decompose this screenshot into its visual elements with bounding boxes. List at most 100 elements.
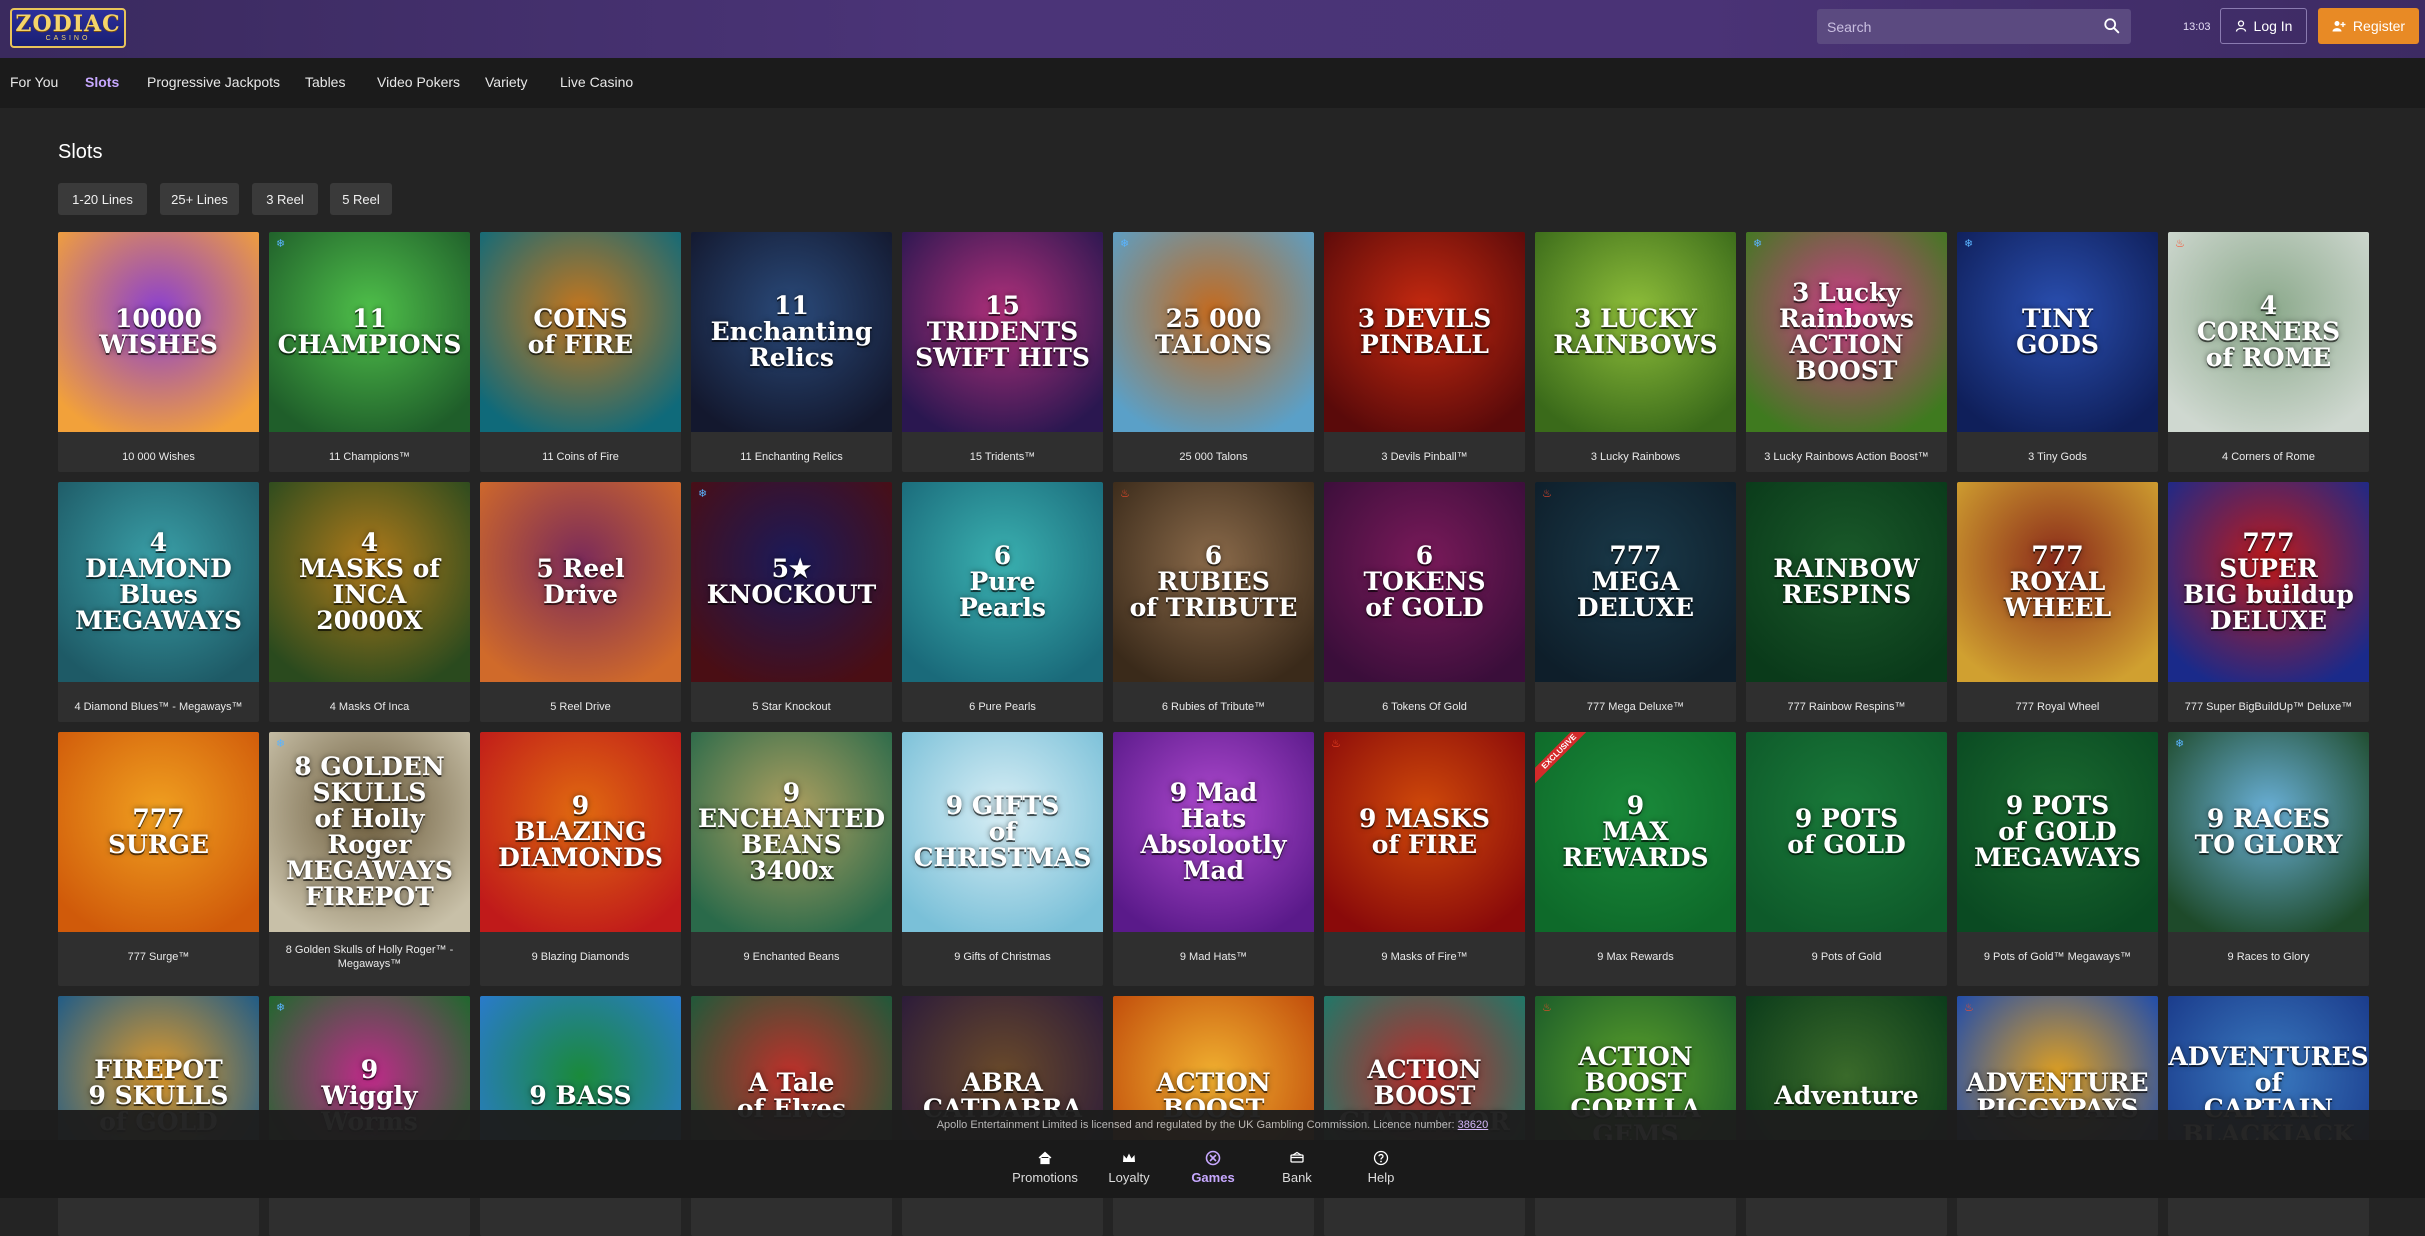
bottom-nav-help[interactable]: Help xyxy=(1339,1150,1423,1185)
game-tile[interactable]: 9 MASKS of FIRE ♨ 9 Masks of Fire™ xyxy=(1324,732,1525,986)
licence-number-link[interactable]: 38620 xyxy=(1458,1119,1489,1131)
game-tile[interactable]: 9 Mad Hats Absolootly Mad 9 Mad Hats™ xyxy=(1113,732,1314,986)
bottom-nav-bank[interactable]: Bank xyxy=(1255,1150,1339,1185)
game-thumbnail[interactable]: 11 CHAMPIONS xyxy=(269,232,470,432)
bottom-nav-games[interactable]: Games xyxy=(1171,1150,1255,1185)
game-tile[interactable]: 9 RACES TO GLORY ❄ 9 Races to Glory xyxy=(2168,732,2369,986)
game-tile[interactable]: 3 LUCKY RAINBOWS 3 Lucky Rainbows xyxy=(1535,232,1736,472)
game-thumbnail[interactable]: 777 MEGA DELUXE xyxy=(1535,482,1736,682)
game-tile[interactable]: COINS of FIRE 11 Coins of Fire xyxy=(480,232,681,472)
search-icon[interactable] xyxy=(2103,17,2121,35)
nav-item-slots[interactable]: Slots xyxy=(85,74,119,90)
game-thumbnail[interactable]: 3 LUCKY RAINBOWS xyxy=(1535,232,1736,432)
nav-item-progressive-jackpots[interactable]: Progressive Jackpots xyxy=(147,74,280,90)
game-thumbnail[interactable]: 9 POTS of GOLD xyxy=(1746,732,1947,932)
zodiac-casino-logo[interactable]: ZODIAC CASINO xyxy=(10,8,126,48)
nav-item-tables[interactable]: Tables xyxy=(305,74,345,90)
clock-time: 13:03 xyxy=(2183,21,2211,33)
game-tile[interactable]: 8 GOLDEN SKULLS of Holly Roger MEGAWAYS … xyxy=(269,732,470,986)
game-tile[interactable]: 9 ENCHANTED BEANS 3400x 9 Enchanted Beans xyxy=(691,732,892,986)
game-thumbnail[interactable]: 9 MAX REWARDS xyxy=(1535,732,1736,932)
bottom-nav: Promotions Loyalty Games Bank Help xyxy=(0,1140,2425,1198)
game-tile[interactable]: 4 CORNERS of ROME ♨ 4 Corners of Rome xyxy=(2168,232,2369,472)
game-thumbnail[interactable]: 9 Mad Hats Absolootly Mad xyxy=(1113,732,1314,932)
game-thumbnail[interactable]: 3 Lucky Rainbows ACTION BOOST xyxy=(1746,232,1947,432)
game-thumbnail[interactable]: 15 TRIDENTS SWIFT HITS xyxy=(902,232,1103,432)
filter-chip[interactable]: 5 Reel xyxy=(330,183,392,215)
game-tile[interactable]: 9 GIFTS of CHRISTMAS 9 Gifts of Christmas xyxy=(902,732,1103,986)
game-logo-text: COINS of FIRE xyxy=(527,304,634,359)
game-thumbnail[interactable]: 5★ KNOCKOUT xyxy=(691,482,892,682)
game-thumbnail[interactable]: 10000 WISHES xyxy=(58,232,259,432)
game-tile[interactable]: 6 RUBIES of TRIBUTE ♨ 6 Rubies of Tribute™ xyxy=(1113,482,1314,722)
nav-item-live-casino[interactable]: Live Casino xyxy=(560,74,633,90)
game-tile[interactable]: 6 TOKENS of GOLD 6 Tokens Of Gold xyxy=(1324,482,1525,722)
game-tile[interactable]: 10000 WISHES 10 000 Wishes xyxy=(58,232,259,472)
bottom-nav-promotions[interactable]: Promotions xyxy=(1003,1150,1087,1185)
game-thumbnail[interactable]: 9 RACES TO GLORY xyxy=(2168,732,2369,932)
game-tile[interactable]: 777 SURGE 777 Surge™ xyxy=(58,732,259,986)
game-logo-text: 9 MAX REWARDS xyxy=(1562,791,1709,872)
game-thumbnail[interactable]: 5 Reel Drive xyxy=(480,482,681,682)
game-thumbnail[interactable]: RAINBOW RESPINS xyxy=(1746,482,1947,682)
game-tile[interactable]: 3 DEVILS PINBALL 3 Devils Pinball™ xyxy=(1324,232,1525,472)
game-thumbnail[interactable]: 4 MASKS of INCA 20000X xyxy=(269,482,470,682)
nav-item-variety[interactable]: Variety xyxy=(485,74,528,90)
game-tile[interactable]: 11 CHAMPIONS ❄ 11 Champions™ xyxy=(269,232,470,472)
game-tile[interactable]: 9 BLAZING DIAMONDS 9 Blazing Diamonds xyxy=(480,732,681,986)
snowflake-icon: ❄ xyxy=(276,738,286,750)
register-button[interactable]: Register xyxy=(2318,8,2419,44)
bottom-nav-loyalty[interactable]: Loyalty xyxy=(1087,1150,1171,1185)
search-input[interactable] xyxy=(1827,9,2087,44)
game-tile[interactable]: 6 Pure Pearls 6 Pure Pearls xyxy=(902,482,1103,722)
game-tile[interactable]: 15 TRIDENTS SWIFT HITS 15 Tridents™ xyxy=(902,232,1103,472)
game-thumbnail[interactable]: 9 MASKS of FIRE xyxy=(1324,732,1525,932)
game-tile[interactable]: 777 ROYAL WHEEL 777 Royal Wheel xyxy=(1957,482,2158,722)
game-thumbnail[interactable]: 777 SUPER BIG buildup DELUXE xyxy=(2168,482,2369,682)
game-tile[interactable]: RAINBOW RESPINS 777 Rainbow Respins™ xyxy=(1746,482,1947,722)
game-tile[interactable]: 777 MEGA DELUXE ♨ 777 Mega Deluxe™ xyxy=(1535,482,1736,722)
game-tile[interactable]: 4 DIAMOND Blues MEGAWAYS 4 Diamond Blues™… xyxy=(58,482,259,722)
game-thumbnail[interactable]: 8 GOLDEN SKULLS of Holly Roger MEGAWAYS … xyxy=(269,732,470,932)
game-tile[interactable]: 5★ KNOCKOUT ❄ 5 Star Knockout xyxy=(691,482,892,722)
game-title: 777 Surge™ xyxy=(127,951,190,963)
game-tile[interactable]: 9 MAX REWARDS EXCLUSIVE 9 Max Rewards xyxy=(1535,732,1736,986)
game-tile[interactable]: 3 Lucky Rainbows ACTION BOOST ❄ 3 Lucky Ra… xyxy=(1746,232,1947,472)
game-thumbnail[interactable]: 3 DEVILS PINBALL xyxy=(1324,232,1525,432)
game-thumbnail[interactable]: 11 Enchanting Relics xyxy=(691,232,892,432)
bottom-nav-label: Promotions xyxy=(1012,1170,1078,1185)
game-thumbnail[interactable]: 4 CORNERS of ROME xyxy=(2168,232,2369,432)
game-thumbnail[interactable]: 6 Pure Pearls xyxy=(902,482,1103,682)
game-tile[interactable]: 9 POTS of GOLD MEGAWAYS 9 Pots of Gold™ M… xyxy=(1957,732,2158,986)
nav-item-for-you[interactable]: For You xyxy=(10,74,58,90)
game-thumbnail[interactable]: TINY GODS xyxy=(1957,232,2158,432)
game-logo-text: 777 SURGE xyxy=(107,804,210,859)
game-tile[interactable]: 777 SUPER BIG buildup DELUXE 777 Super Bi… xyxy=(2168,482,2369,722)
game-tile[interactable]: 9 POTS of GOLD 9 Pots of Gold xyxy=(1746,732,1947,986)
game-tile[interactable]: 25 000 TALONS ❄ 25 000 Talons xyxy=(1113,232,1314,472)
game-thumbnail[interactable]: 9 ENCHANTED BEANS 3400x xyxy=(691,732,892,932)
nav-item-video-pokers[interactable]: Video Pokers xyxy=(377,74,460,90)
game-thumbnail[interactable]: COINS of FIRE xyxy=(480,232,681,432)
game-thumbnail[interactable]: 9 BLAZING DIAMONDS xyxy=(480,732,681,932)
filter-chip[interactable]: 25+ Lines xyxy=(160,183,239,215)
search-box[interactable] xyxy=(1817,9,2131,44)
filter-chip[interactable]: 3 Reel xyxy=(252,183,318,215)
filter-chip[interactable]: 1-20 Lines xyxy=(58,183,147,215)
game-thumbnail[interactable]: 9 GIFTS of CHRISTMAS xyxy=(902,732,1103,932)
game-tile[interactable]: 5 Reel Drive 5 Reel Drive xyxy=(480,482,681,722)
game-thumbnail[interactable]: 9 POTS of GOLD MEGAWAYS xyxy=(1957,732,2158,932)
game-thumbnail[interactable]: 6 RUBIES of TRIBUTE xyxy=(1113,482,1314,682)
game-tile[interactable]: 4 MASKS of INCA 20000X 4 Masks Of Inca xyxy=(269,482,470,722)
game-tile[interactable]: TINY GODS ❄ 3 Tiny Gods xyxy=(1957,232,2158,472)
game-thumbnail[interactable]: 777 SURGE xyxy=(58,732,259,932)
game-thumbnail[interactable]: 6 TOKENS of GOLD xyxy=(1324,482,1525,682)
game-thumbnail[interactable]: 25 000 TALONS xyxy=(1113,232,1314,432)
game-thumbnail[interactable]: 4 DIAMOND Blues MEGAWAYS xyxy=(58,482,259,682)
game-title: 8 Golden Skulls of Holly Roger™ - Megawa… xyxy=(285,944,454,970)
login-button[interactable]: Log In xyxy=(2220,8,2307,44)
game-tile[interactable]: 11 Enchanting Relics 11 Enchanting Relics xyxy=(691,232,892,472)
bottom-nav-label: Loyalty xyxy=(1108,1170,1150,1185)
game-title: 11 Coins of Fire xyxy=(542,451,619,463)
game-thumbnail[interactable]: 777 ROYAL WHEEL xyxy=(1957,482,2158,682)
